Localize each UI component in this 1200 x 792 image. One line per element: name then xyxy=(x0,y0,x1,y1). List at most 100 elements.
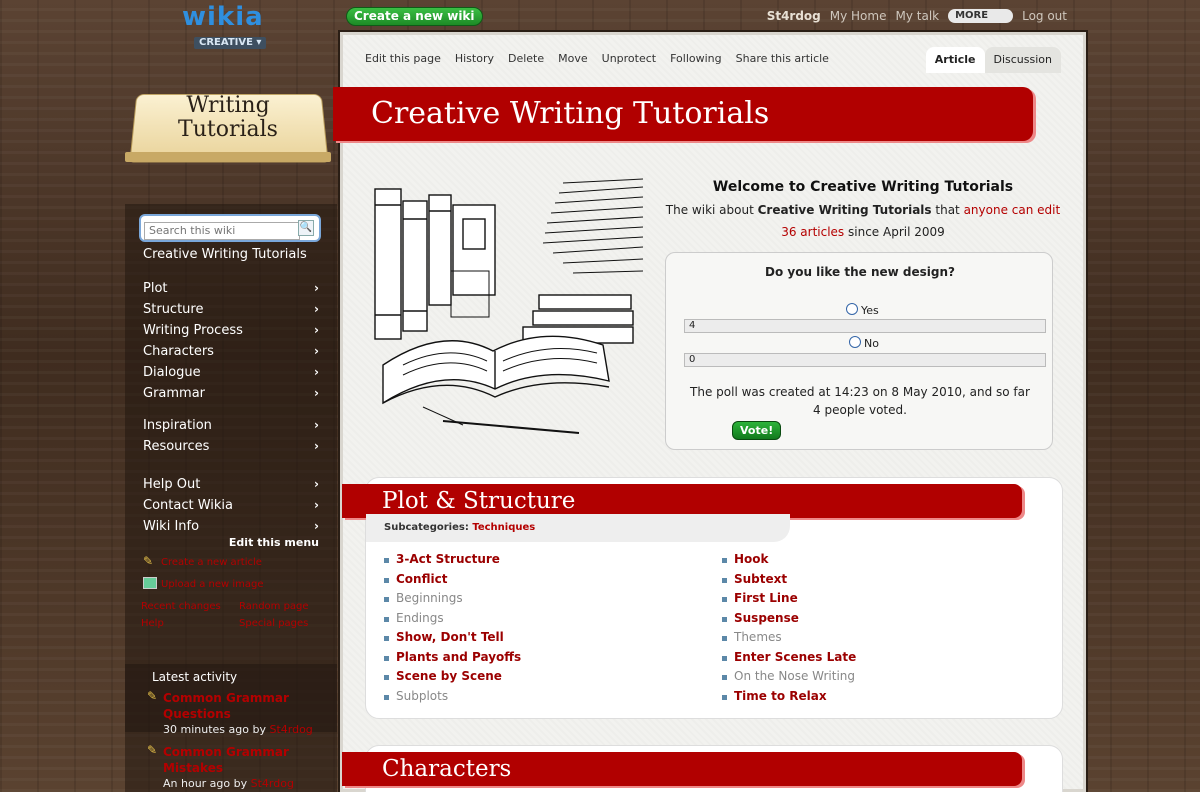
poll-option-yes: Yes xyxy=(861,304,879,317)
poll-question: Do you like the new design? xyxy=(765,265,955,279)
page-title: Creative Writing Tutorials xyxy=(371,96,770,131)
activity-title-link[interactable]: Common Grammar Questions xyxy=(163,690,323,722)
pencil-icon: ✎ xyxy=(147,743,158,757)
activity-user-link[interactable]: St4rdog xyxy=(251,777,294,790)
sidebar-item-writing-process[interactable]: Writing Process › xyxy=(143,320,319,341)
search-icon[interactable]: 🔍 xyxy=(298,220,314,236)
create-article-link[interactable]: Create a new article xyxy=(161,557,262,568)
list-item[interactable]: Enter Scenes Late xyxy=(722,648,1022,668)
list-item[interactable]: Show, Don't Tell xyxy=(384,628,684,648)
sidebar-item-characters[interactable]: Characters › xyxy=(143,341,319,362)
sidebar-item-grammar[interactable]: Grammar › xyxy=(143,383,319,404)
edit-menu-link[interactable]: Edit this menu xyxy=(125,536,319,549)
poll-option-no: No xyxy=(864,337,879,350)
recent-changes-link[interactable]: Recent changes xyxy=(141,601,221,612)
sidebar-item-inspiration[interactable]: Inspiration › xyxy=(143,415,319,436)
characters-section: Characters xyxy=(342,745,1063,792)
vote-button[interactable]: Vote! xyxy=(732,421,782,440)
subcategory-link[interactable]: Techniques xyxy=(472,522,535,533)
sidebar-item-contact-wikia[interactable]: Contact Wikia › xyxy=(143,495,319,516)
list-item[interactable]: Subplots xyxy=(384,687,684,707)
my-home-link[interactable]: My Home xyxy=(830,9,887,23)
list-item[interactable]: On the Nose Writing xyxy=(722,667,1022,687)
section-heading: Plot & Structure xyxy=(382,488,576,514)
sidebar-item-label: Resources xyxy=(143,439,210,454)
sidebar-item-label: Characters xyxy=(143,344,214,359)
logout-link[interactable]: Log out xyxy=(1022,9,1067,23)
book-cover xyxy=(125,152,331,162)
subcategories-bar: Subcategories: Techniques xyxy=(366,514,790,542)
list-item[interactable]: 3-Act Structure xyxy=(384,550,684,570)
random-page-link[interactable]: Random page xyxy=(239,601,309,612)
poll-note: The poll was created at 14:23 on 8 May 2… xyxy=(690,385,1030,417)
sidebar-item-help-out[interactable]: Help Out › xyxy=(143,474,319,495)
chevron-right-icon: › xyxy=(314,365,319,379)
title-banner: Creative Writing Tutorials xyxy=(333,87,1033,141)
edit-page-link[interactable]: Edit this page xyxy=(365,52,441,65)
sidebar-item-resources[interactable]: Resources › xyxy=(143,436,319,457)
more-button[interactable]: MORE xyxy=(948,9,1014,23)
anyone-can-edit-link[interactable]: anyone can edit xyxy=(964,203,1061,217)
wikia-logo[interactable]: wikia CREATIVE ▾ xyxy=(182,2,274,49)
article-count-link[interactable]: 36 articles xyxy=(781,225,844,239)
upload-image-link[interactable]: Upload a new image xyxy=(161,579,264,590)
create-wiki-button[interactable]: Create a new wiki xyxy=(346,7,483,26)
list-item[interactable]: Hook xyxy=(722,550,1022,570)
special-pages-link[interactable]: Special pages xyxy=(239,618,308,629)
sidebar-item-plot[interactable]: Plot › xyxy=(143,278,319,299)
delete-link[interactable]: Delete xyxy=(508,52,544,65)
help-link[interactable]: Help xyxy=(141,618,164,629)
sidebar-item-dialogue[interactable]: Dialogue › xyxy=(143,362,319,383)
poll-radio-no[interactable] xyxy=(849,336,861,348)
wiki-name[interactable]: Creative Writing Tutorials xyxy=(143,247,307,262)
sidebar-item-label: Inspiration xyxy=(143,418,212,433)
chevron-right-icon: › xyxy=(314,281,319,295)
search-input[interactable] xyxy=(144,221,300,240)
article-count-line: 36 articles since April 2009 xyxy=(653,221,1073,243)
chevron-right-icon: › xyxy=(314,302,319,316)
list-item[interactable]: Plants and Payoffs xyxy=(384,648,684,668)
sidebar-item-structure[interactable]: Structure › xyxy=(143,299,319,320)
sidebar-item-label: Writing Process xyxy=(143,323,243,338)
hub-dropdown[interactable]: CREATIVE ▾ xyxy=(194,37,267,49)
link-column-right: Hook Subtext First Line Suspense Themes … xyxy=(722,550,1022,706)
share-link[interactable]: Share this article xyxy=(736,52,829,65)
chevron-right-icon: › xyxy=(314,519,319,533)
list-item[interactable]: Time to Relax xyxy=(722,687,1022,707)
wiki-logo[interactable]: Writing Tutorials xyxy=(125,86,331,172)
sidebar-item-wiki-info[interactable]: Wiki Info › xyxy=(143,516,319,537)
list-item[interactable]: Conflict xyxy=(384,570,684,590)
list-item[interactable]: Suspense xyxy=(722,609,1022,629)
poll-radio-yes[interactable] xyxy=(846,303,858,315)
list-item[interactable]: Themes xyxy=(722,628,1022,648)
following-link[interactable]: Following xyxy=(670,52,722,65)
section-heading: Characters xyxy=(382,756,512,782)
activity-title-link[interactable]: Common Grammar Mistakes xyxy=(163,744,323,776)
wiki-logo-title: Writing Tutorials xyxy=(125,94,331,142)
list-item[interactable]: Subtext xyxy=(722,570,1022,590)
sidebar-item-label: Grammar xyxy=(143,386,206,401)
my-talk-link[interactable]: My talk xyxy=(895,9,939,23)
plot-structure-section: Plot & Structure Subcategories: Techniqu… xyxy=(342,477,1063,719)
list-item[interactable]: Beginnings xyxy=(384,589,684,609)
welcome-box: Welcome to Creative Writing Tutorials Th… xyxy=(653,179,1073,243)
welcome-line: The wiki about Creative Writing Tutorial… xyxy=(653,199,1073,221)
logo-word: wikia xyxy=(182,2,264,32)
username-link[interactable]: St4rdog xyxy=(767,9,821,23)
chevron-right-icon: › xyxy=(314,344,319,358)
poll-result-bar-yes: 4 xyxy=(684,319,1046,333)
list-item[interactable]: Scene by Scene xyxy=(384,667,684,687)
latest-activity-panel: Latest activity ✎ Common Grammar Questio… xyxy=(125,664,337,792)
list-item[interactable]: First Line xyxy=(722,589,1022,609)
tab-discussion[interactable]: Discussion xyxy=(984,47,1061,73)
section-banner: Plot & Structure xyxy=(342,484,1022,518)
activity-user-link[interactable]: St4rdog xyxy=(269,723,312,736)
unprotect-link[interactable]: Unprotect xyxy=(602,52,656,65)
list-item[interactable]: Endings xyxy=(384,609,684,629)
sidebar: Writing Tutorials 🔍 Creative Writing Tut… xyxy=(125,86,337,792)
sidebar-item-label: Wiki Info xyxy=(143,519,200,534)
move-link[interactable]: Move xyxy=(558,52,588,65)
history-link[interactable]: History xyxy=(455,52,494,65)
activity-time: An hour ago by xyxy=(163,777,248,790)
tab-article[interactable]: Article xyxy=(925,47,985,73)
